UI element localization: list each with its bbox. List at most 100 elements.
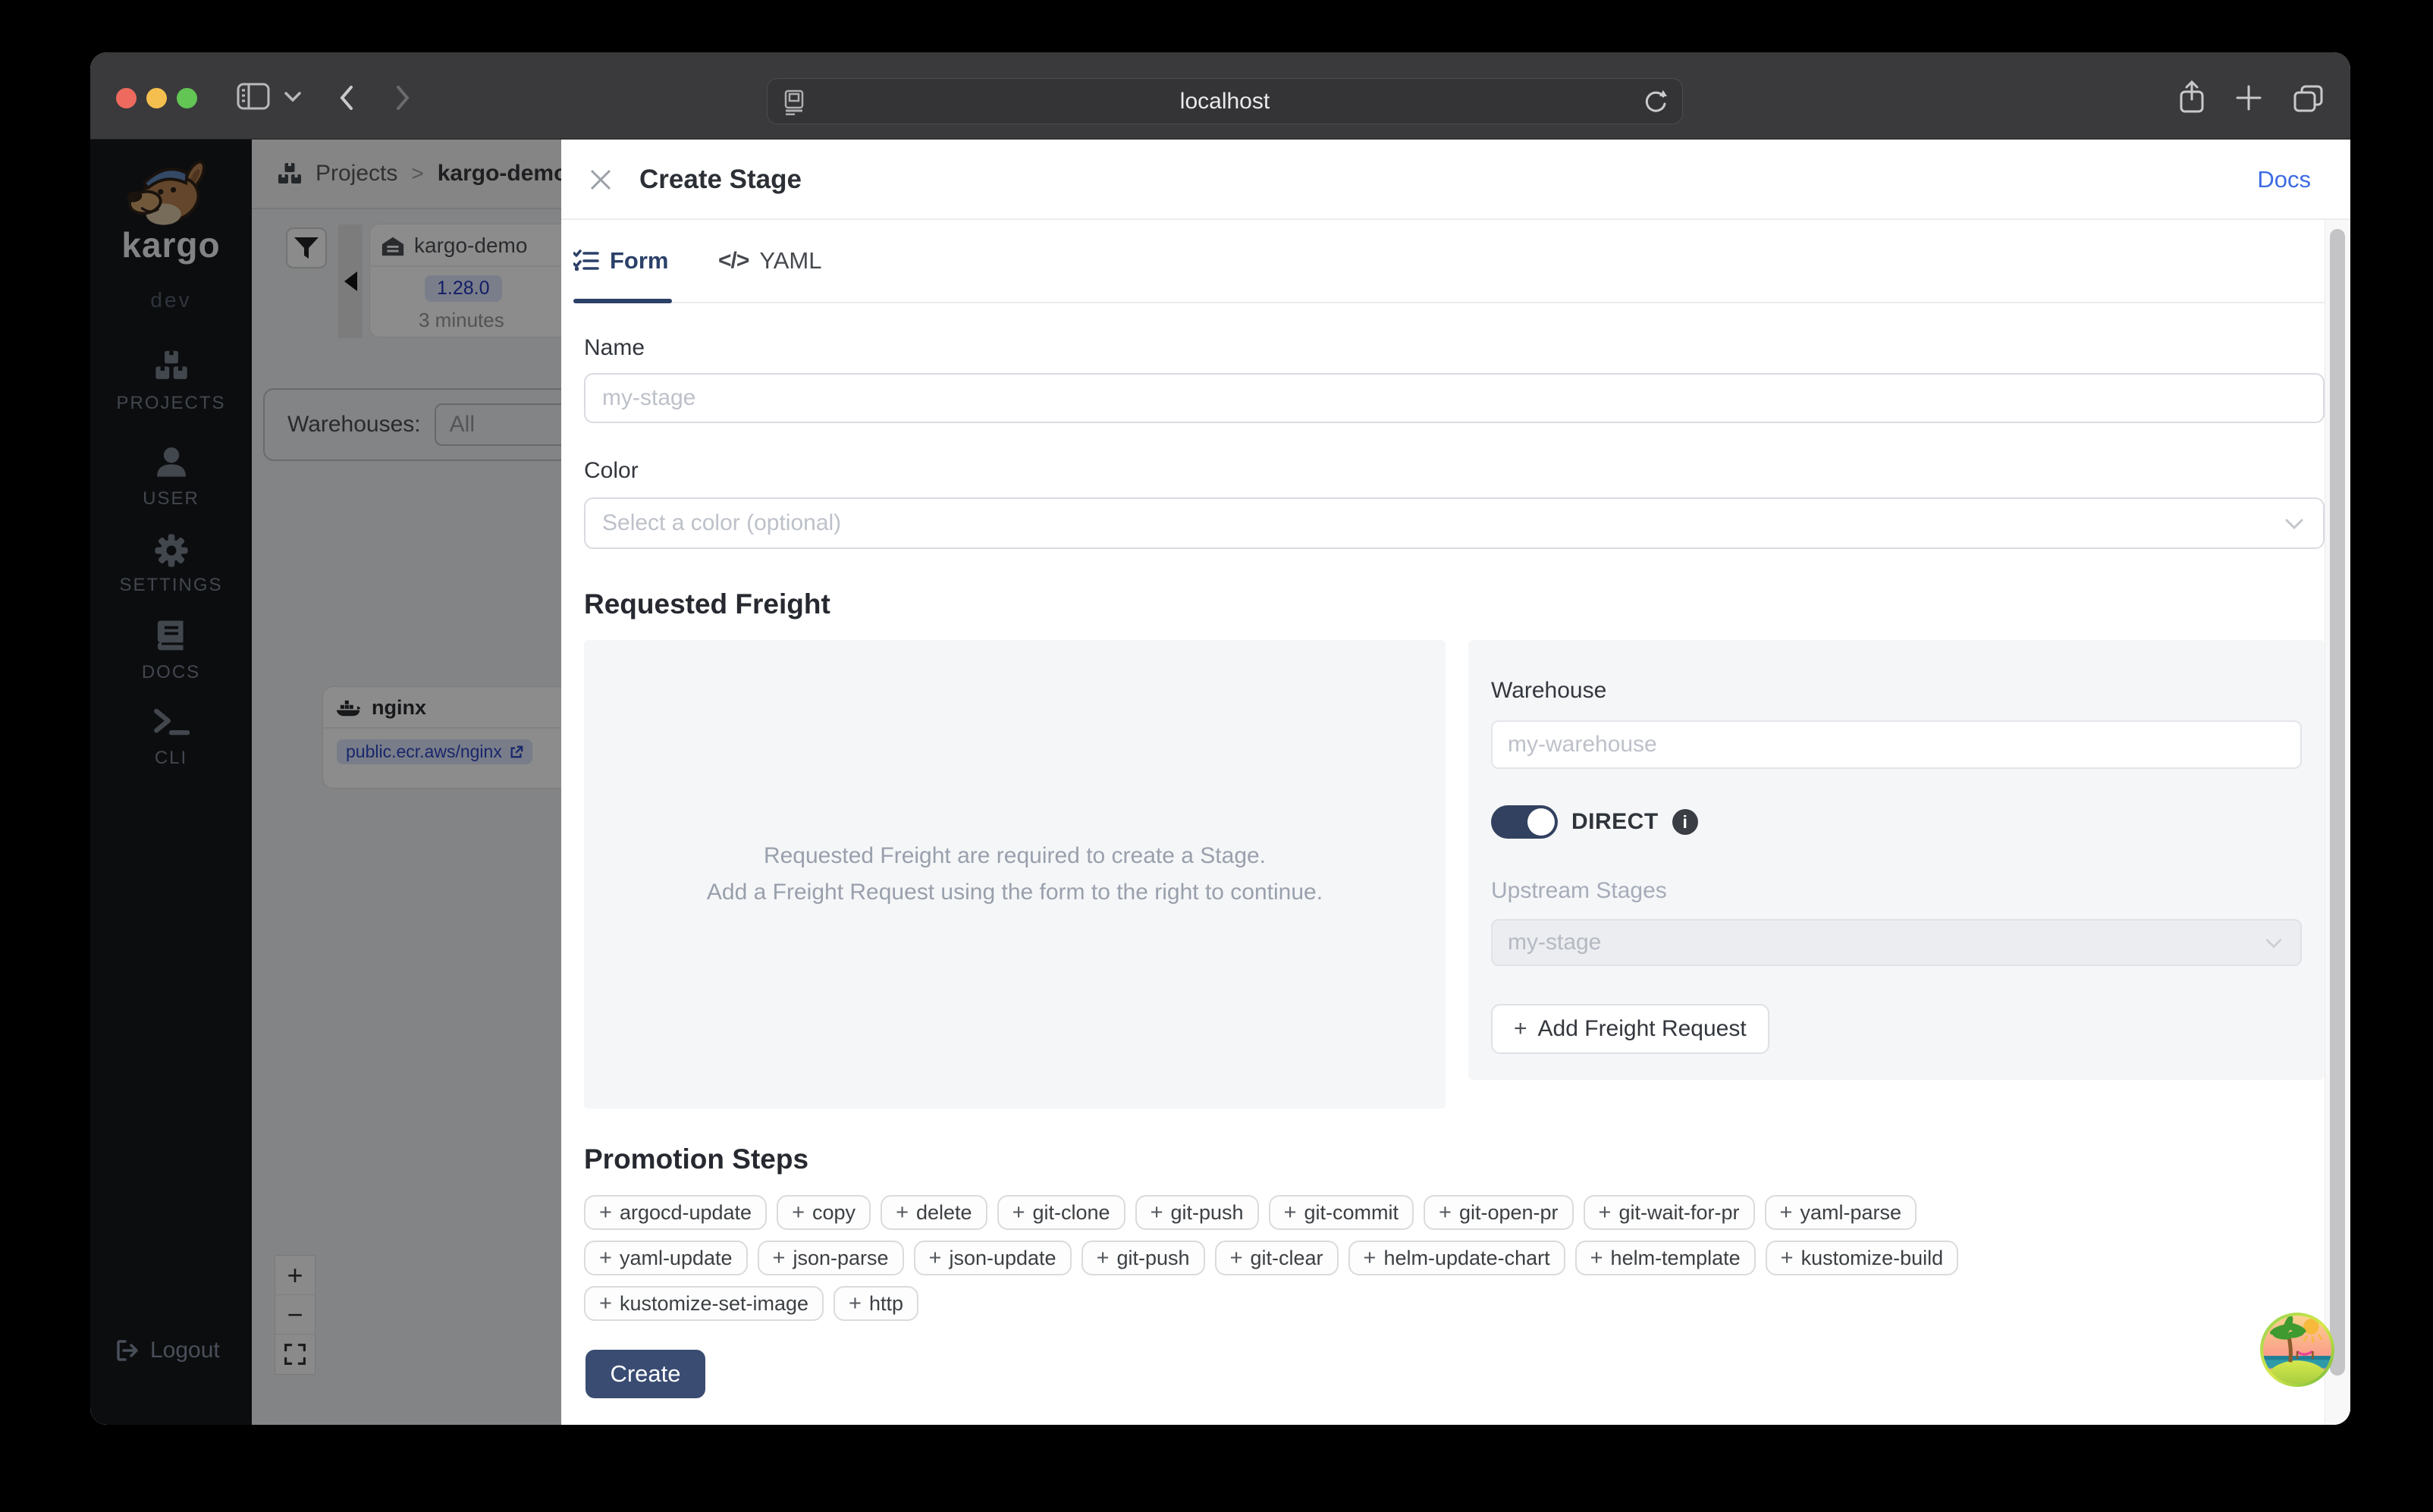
chevron-down-icon[interactable]	[284, 92, 301, 102]
tab-form[interactable]: Form	[573, 220, 669, 302]
add-freight-request-label: Add Freight Request	[1538, 1016, 1747, 1042]
plus-icon: +	[1514, 1016, 1527, 1042]
plus-icon: +	[792, 1200, 805, 1225]
new-tab-icon[interactable]	[2235, 84, 2262, 111]
tabs-bar: Form </> YAML	[573, 220, 2325, 303]
promotion-step-chip[interactable]: + git-push	[1135, 1195, 1259, 1230]
form-checklist-icon	[573, 249, 599, 272]
scrollbar-thumb[interactable]	[2330, 229, 2345, 1376]
sidebar-toggle-icon[interactable]	[237, 81, 270, 111]
island-avatar-badge[interactable]	[2259, 1311, 2336, 1388]
promotion-step-label: json-parse	[793, 1247, 888, 1270]
promotion-step-chip[interactable]: +git-clone	[997, 1195, 1125, 1230]
promotion-step-chip[interactable]: +yaml-update	[584, 1241, 748, 1275]
plus-icon: +	[1781, 1246, 1794, 1271]
promotion-step-chip[interactable]: +git-push	[1082, 1241, 1205, 1275]
promotion-step-label: yaml-parse	[1800, 1201, 1901, 1225]
info-icon[interactable]: i	[1672, 809, 1698, 835]
plus-icon: +	[1364, 1246, 1377, 1271]
back-icon[interactable]	[339, 86, 354, 110]
forward-icon[interactable]	[395, 86, 410, 110]
color-select-placeholder: Select a color (optional)	[602, 499, 841, 547]
add-freight-request-button[interactable]: + Add Freight Request	[1491, 1004, 1769, 1054]
tab-yaml-label: YAML	[759, 247, 821, 274]
empty-state-line2: Add a Freight Request using the form to …	[707, 880, 1323, 905]
plus-icon: +	[929, 1246, 942, 1271]
share-icon[interactable]	[2177, 80, 2206, 114]
promotion-steps-list: +argocd-update +copy +delete +git-clone …	[584, 1195, 2325, 1332]
promotion-step-label: delete	[916, 1201, 972, 1225]
plus-icon: +	[1151, 1200, 1163, 1225]
drawer-title: Create Stage	[639, 140, 802, 220]
requested-freight-empty-state: Requested Freight are required to create…	[584, 640, 1446, 1109]
promotion-step-label: kustomize-set-image	[620, 1292, 808, 1316]
create-button[interactable]: Create	[585, 1350, 705, 1398]
promotion-step-chip[interactable]: +helm-update-chart	[1348, 1241, 1565, 1275]
promotion-step-chip[interactable]: + copy	[777, 1195, 871, 1230]
warehouse-input[interactable]	[1491, 720, 2302, 769]
plus-icon: +	[1230, 1246, 1243, 1271]
promotion-step-label: git-clear	[1251, 1247, 1323, 1270]
promotion-step-chip[interactable]: + json-update	[914, 1241, 1072, 1275]
chevron-down-icon	[2265, 939, 2282, 949]
promotion-step-chip[interactable]: +argocd-update	[584, 1195, 767, 1230]
close-button[interactable]	[584, 163, 617, 196]
browser-toolbar: localhost	[90, 52, 2350, 140]
name-input[interactable]	[584, 373, 2325, 423]
code-icon: </>	[718, 248, 749, 274]
chevron-down-icon	[2285, 519, 2303, 531]
promotion-step-label: git-push	[1171, 1201, 1244, 1225]
docs-link[interactable]: Docs	[2257, 140, 2311, 220]
promotion-step-label: json-update	[949, 1247, 1056, 1270]
name-label: Name	[584, 335, 645, 361]
plus-icon: +	[896, 1200, 909, 1225]
promotion-steps-heading: Promotion Steps	[584, 1143, 808, 1175]
promotion-step-chip[interactable]: +kustomize-set-image	[584, 1286, 824, 1321]
tab-yaml[interactable]: </> YAML	[718, 220, 822, 302]
reload-icon[interactable]	[1643, 89, 1669, 114]
upstream-stages-label: Upstream Stages	[1491, 878, 2302, 904]
close-window-button[interactable]	[116, 88, 137, 108]
promotion-step-chip[interactable]: +json-parse	[758, 1241, 904, 1275]
color-select[interactable]: Select a color (optional)	[584, 497, 2325, 549]
close-icon	[589, 168, 613, 192]
plus-icon: +	[1439, 1200, 1452, 1225]
warehouse-label: Warehouse	[1491, 678, 2302, 704]
promotion-step-label: helm-template	[1611, 1247, 1741, 1270]
direct-label: DIRECT	[1571, 809, 1659, 835]
requested-freight-heading: Requested Freight	[584, 588, 830, 620]
empty-state-line1: Requested Freight are required to create…	[764, 843, 1266, 869]
promotion-step-chip[interactable]: + helm-template	[1575, 1241, 1756, 1275]
promotion-step-chip[interactable]: + delete	[881, 1195, 987, 1230]
plus-icon: +	[1284, 1200, 1297, 1225]
promotion-steps-row: +kustomize-set-image +http	[584, 1286, 2325, 1321]
promotion-step-label: copy	[812, 1201, 855, 1225]
promotion-step-label: git-wait-for-pr	[1618, 1201, 1739, 1225]
plus-icon: +	[1012, 1200, 1025, 1225]
drawer-header: Create Stage Docs	[561, 140, 2350, 220]
minimize-window-button[interactable]	[146, 88, 167, 108]
plus-icon: +	[1780, 1200, 1793, 1225]
promotion-step-chip[interactable]: +http	[833, 1286, 918, 1321]
plus-icon: +	[1599, 1200, 1612, 1225]
scrollbar-track[interactable]	[2325, 220, 2350, 1425]
promotion-step-chip[interactable]: +git-wait-for-pr	[1584, 1195, 1755, 1230]
promotion-step-chip[interactable]: +git-open-pr	[1424, 1195, 1574, 1230]
address-bar[interactable]: localhost	[767, 78, 1683, 124]
promotion-step-chip[interactable]: +kustomize-build	[1766, 1241, 1959, 1275]
plus-icon: +	[1097, 1246, 1110, 1271]
modal-dim-overlay	[90, 140, 561, 1425]
promotion-step-chip[interactable]: + yaml-parse	[1765, 1195, 1917, 1230]
promotion-step-chip[interactable]: + git-commit	[1269, 1195, 1414, 1230]
promotion-step-label: git-commit	[1304, 1201, 1399, 1225]
toggle-knob	[1527, 808, 1555, 836]
zoom-window-button[interactable]	[177, 88, 197, 108]
direct-toggle[interactable]	[1491, 805, 1558, 839]
upstream-stages-select: my-stage	[1491, 919, 2302, 966]
promotion-step-label: argocd-update	[620, 1201, 752, 1225]
tab-overview-icon[interactable]	[2293, 84, 2325, 113]
promotion-step-chip[interactable]: + git-clear	[1215, 1241, 1339, 1275]
promotion-steps-row: +argocd-update +copy +delete +git-clone …	[584, 1195, 2325, 1230]
plus-icon: +	[1590, 1246, 1603, 1271]
promotion-steps-row: +yaml-update +json-parse +json-update +g…	[584, 1241, 2325, 1275]
